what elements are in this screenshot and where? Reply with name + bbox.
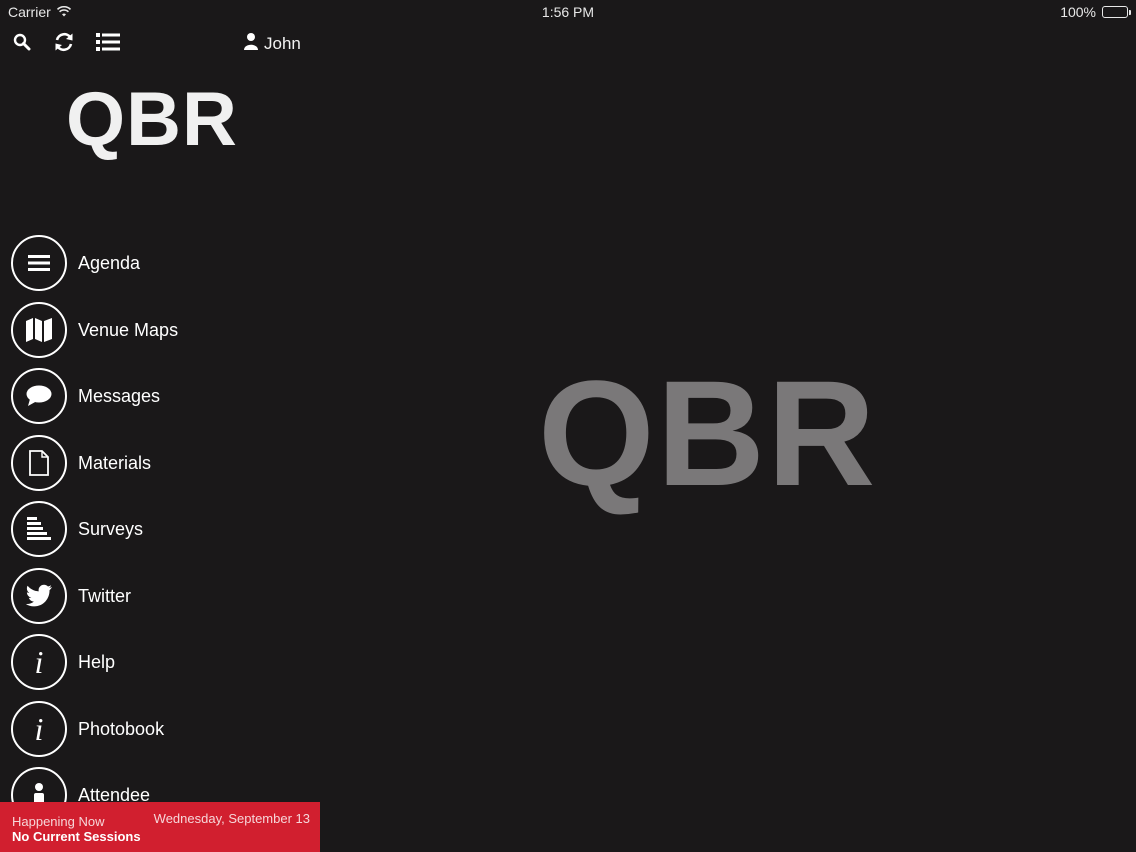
info-icon: i: [11, 634, 67, 690]
status-bar: Carrier 1:56 PM 100%: [0, 0, 1136, 24]
sidebar-item-label: Messages: [78, 385, 161, 406]
sidebar-item-venue-maps[interactable]: Venue Maps: [11, 302, 178, 358]
happening-now-date: Wednesday, September 13: [153, 811, 310, 826]
sidebar-item-label: Photobook: [78, 718, 165, 739]
sidebar: John QBR Agenda Venue Maps Messages Mate…: [0, 24, 320, 852]
sidebar-item-help[interactable]: i Help: [11, 634, 115, 690]
list-button[interactable]: [94, 30, 122, 58]
happening-now-title: Happening Now: [12, 814, 105, 829]
app-screen: Carrier 1:56 PM 100% John QBR Agenda Ven…: [0, 0, 1136, 852]
happening-now-subtitle: No Current Sessions: [12, 829, 141, 844]
document-icon: [11, 435, 67, 491]
info-icon: i: [11, 701, 67, 757]
sidebar-item-label: Agenda: [78, 252, 141, 273]
twitter-icon: [11, 568, 67, 624]
status-time: 1:56 PM: [541, 4, 595, 20]
search-icon: [13, 33, 31, 56]
sidebar-item-surveys[interactable]: Surveys: [11, 501, 143, 557]
refresh-button[interactable]: [50, 30, 78, 58]
agenda-icon: [11, 235, 67, 291]
user-icon: [244, 32, 258, 55]
sidebar-item-label: Materials: [78, 452, 152, 473]
sidebar-item-twitter[interactable]: Twitter: [11, 568, 131, 624]
sidebar-item-label: Twitter: [78, 585, 132, 606]
sidebar-item-label: Venue Maps: [78, 319, 179, 340]
list-icon: [96, 32, 120, 56]
sidebar-toolbar: John: [0, 30, 320, 58]
status-right: 100%: [1060, 4, 1131, 20]
happening-now-banner[interactable]: Happening Now No Current Sessions Wednes…: [0, 802, 320, 852]
survey-icon: [11, 501, 67, 557]
chat-bubble-icon: [11, 368, 67, 424]
main-content: QBR: [320, 24, 1136, 852]
sidebar-item-label: Help: [78, 651, 116, 672]
user-profile-button[interactable]: John: [244, 32, 301, 55]
sidebar-item-messages[interactable]: Messages: [11, 368, 160, 424]
map-icon: [11, 302, 67, 358]
battery-icon: [1102, 6, 1131, 18]
search-button[interactable]: [8, 30, 36, 58]
user-name: John: [264, 33, 301, 53]
sidebar-item-label: Surveys: [78, 518, 144, 539]
battery-percent: 100%: [1060, 4, 1096, 20]
sidebar-item-photobook[interactable]: i Photobook: [11, 701, 164, 757]
sidebar-item-agenda[interactable]: Agenda: [11, 235, 140, 291]
main-logo: QBR: [538, 349, 878, 517]
sidebar-item-materials[interactable]: Materials: [11, 435, 151, 491]
sidebar-logo: QBR: [66, 77, 238, 162]
refresh-icon: [53, 31, 75, 58]
